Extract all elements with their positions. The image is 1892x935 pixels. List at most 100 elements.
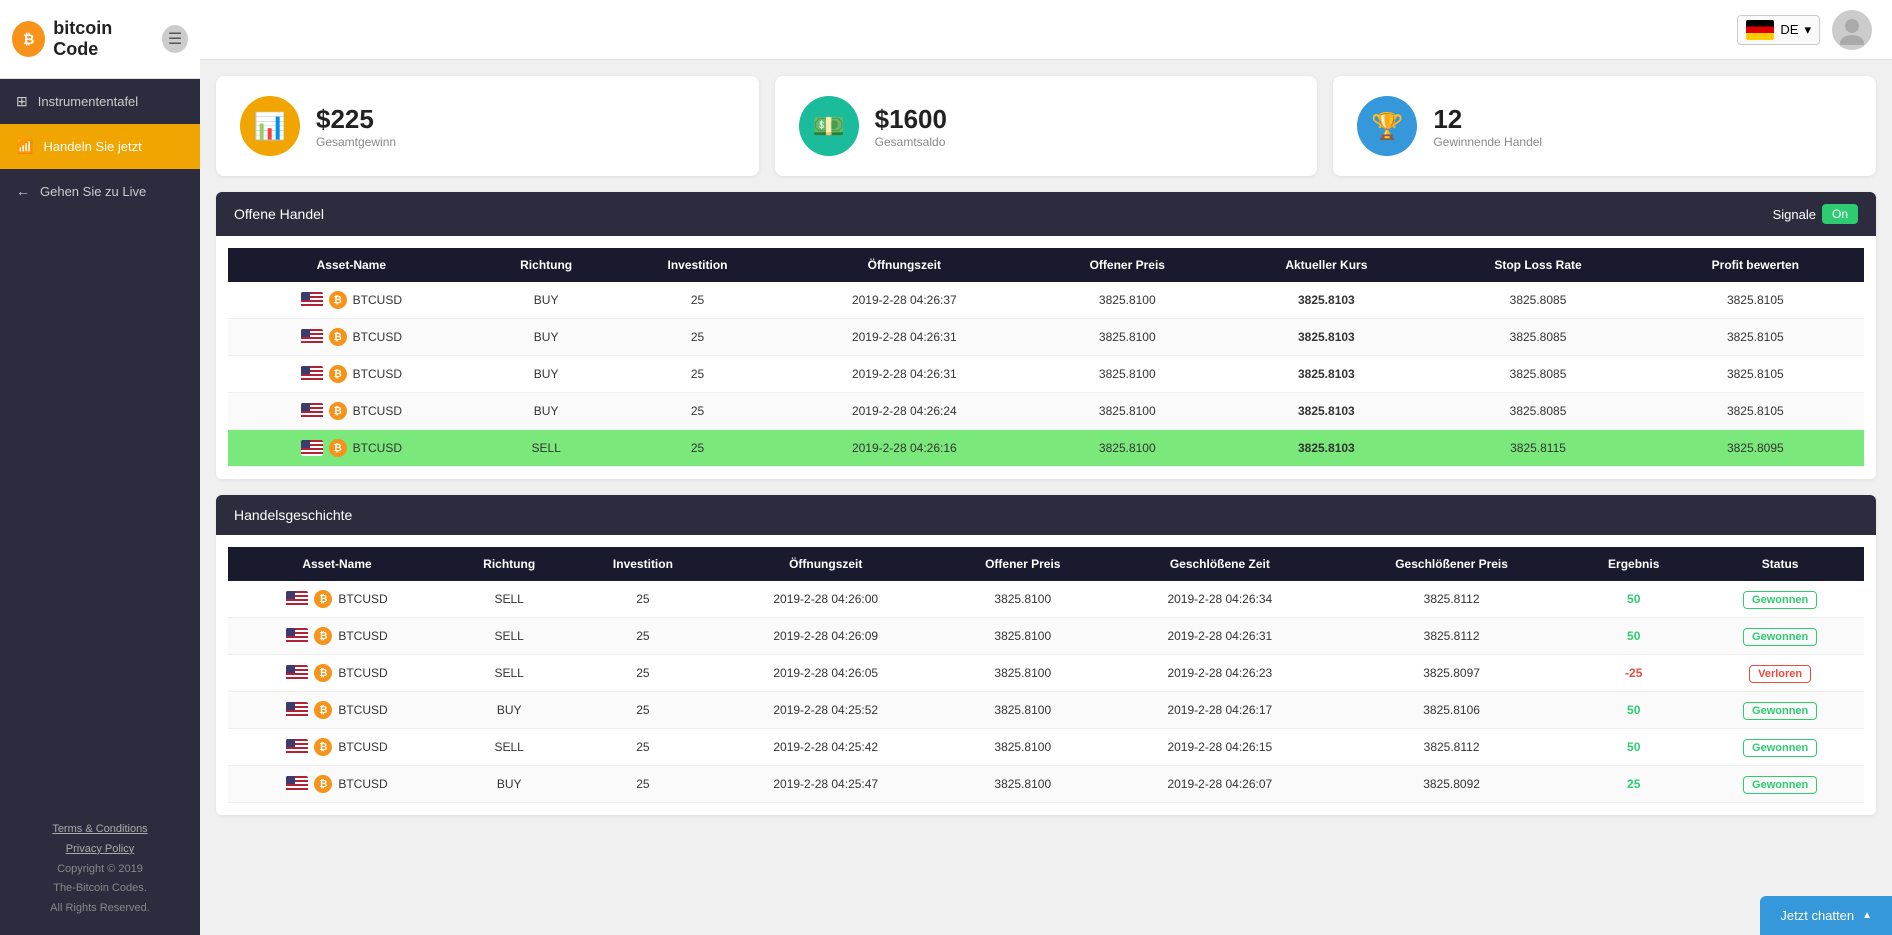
hg-opentime-cell: 2019-2-28 04:25:47 — [714, 766, 938, 803]
hg-opentime-cell: 2019-2-28 04:25:42 — [714, 729, 938, 766]
handelsgeschichte-title: Handelsgeschichte — [234, 507, 352, 523]
col-aktueller-kurs: Aktueller Kurs — [1223, 248, 1429, 282]
asset-cell: ₿ BTCUSD — [236, 365, 467, 383]
hg-col-richtung: Richtung — [446, 547, 572, 581]
hg-openprice-cell: 3825.8100 — [938, 766, 1108, 803]
gewinnende-icon: 🏆 — [1357, 96, 1417, 156]
hg-openprice-cell: 3825.8100 — [938, 692, 1108, 729]
us-flag-icon — [301, 329, 323, 345]
hg-status-cell: Gewonnen — [1696, 581, 1864, 618]
asset-cell: ₿ BTCUSD — [236, 439, 467, 457]
btc-icon: ₿ — [314, 627, 332, 645]
hg-investment-cell: 25 — [572, 581, 713, 618]
company: The-Bitcoin Codes. — [53, 882, 147, 894]
hg-closetime-cell: 2019-2-28 04:26:23 — [1108, 655, 1332, 692]
direction-cell: BUY — [475, 319, 618, 356]
gewinnende-label: Gewinnende Handel — [1433, 135, 1542, 149]
hamburger-menu[interactable]: ☰ — [162, 25, 188, 53]
hg-status-cell: Gewonnen — [1696, 766, 1864, 803]
gesamtsaldo-icon: 💵 — [799, 96, 859, 156]
asset-name-cell: ₿ BTCUSD — [228, 356, 475, 393]
table-row: ₿ BTCUSD BUY 25 2019-2-28 04:25:47 3825.… — [228, 766, 1864, 803]
open-time-cell: 2019-2-28 04:26:37 — [777, 282, 1031, 319]
direction-cell: BUY — [475, 282, 618, 319]
handelsgeschichte-header-row: Asset-Name Richtung Investition Öffnungs… — [228, 547, 1864, 581]
hg-closeprice-cell: 3825.8112 — [1332, 618, 1571, 655]
investment-cell: 25 — [618, 282, 778, 319]
signals-toggle: Signale On — [1773, 204, 1858, 224]
status-badge: Gewonnen — [1743, 628, 1817, 646]
table-row: ₿ BTCUSD BUY 25 2019-2-28 04:26:24 3825.… — [228, 393, 1864, 430]
hg-closeprice-cell: 3825.8092 — [1332, 766, 1571, 803]
asset-name-cell: ₿ BTCUSD — [228, 430, 475, 467]
col-offener-preis: Offener Preis — [1031, 248, 1223, 282]
hg-direction-cell: BUY — [446, 692, 572, 729]
privacy-link[interactable]: Privacy Policy — [16, 840, 184, 860]
chevron-up-icon: ▲ — [1862, 910, 1872, 921]
sidebar-label-instrumententafel: Instrumententafel — [38, 94, 138, 109]
hg-openprice-cell: 3825.8100 — [938, 581, 1108, 618]
asset-cell: ₿ BTCUSD — [236, 328, 467, 346]
table-row: ₿ BTCUSD BUY 25 2019-2-28 04:26:37 3825.… — [228, 282, 1864, 319]
status-badge: Gewonnen — [1743, 702, 1817, 720]
asset-name-cell: ₿ BTCUSD — [228, 282, 475, 319]
btc-icon: ₿ — [314, 701, 332, 719]
app-title: bitcoin Code — [53, 18, 154, 60]
hg-result-cell: 50 — [1571, 581, 1696, 618]
gesamtgewinn-label: Gesamtgewinn — [316, 135, 396, 149]
stat-cards: 📊 $225 Gesamtgewinn 💵 $1600 Gesamtsaldo … — [200, 60, 1892, 192]
stop-loss-cell: 3825.8085 — [1429, 393, 1646, 430]
terms-link[interactable]: Terms & Conditions — [16, 820, 184, 840]
stat-card-gesamtgewinn: 📊 $225 Gesamtgewinn — [216, 76, 759, 176]
sidebar-item-live[interactable]: ← Gehen Sie zu Live — [0, 169, 200, 213]
open-price-cell: 3825.8100 — [1031, 393, 1223, 430]
hg-investment-cell: 25 — [572, 655, 713, 692]
topbar: DE ▾ — [200, 0, 1892, 60]
table-row: ₿ BTCUSD SELL 25 2019-2-28 04:26:05 3825… — [228, 655, 1864, 692]
profit-cell: 3825.8105 — [1647, 282, 1864, 319]
direction-cell: BUY — [475, 393, 618, 430]
offene-handel-table-wrap: Asset-Name Richtung Investition Öffnungs… — [216, 236, 1876, 479]
hg-status-cell: Gewonnen — [1696, 729, 1864, 766]
hg-status-cell: Verloren — [1696, 655, 1864, 692]
hg-col-investition: Investition — [572, 547, 713, 581]
btc-icon: ₿ — [329, 328, 347, 346]
us-flag-icon — [286, 591, 308, 607]
stop-loss-cell: 3825.8085 — [1429, 319, 1646, 356]
hg-closeprice-cell: 3825.8106 — [1332, 692, 1571, 729]
investment-cell: 25 — [618, 393, 778, 430]
us-flag-icon — [286, 776, 308, 792]
signals-toggle-btn[interactable]: On — [1822, 204, 1858, 224]
asset-cell: ₿ BTCUSD — [236, 402, 467, 420]
col-asset: Asset-Name — [228, 248, 475, 282]
hg-closetime-cell: 2019-2-28 04:26:17 — [1108, 692, 1332, 729]
chat-button[interactable]: Jetzt chatten ▲ — [1760, 896, 1892, 935]
status-badge: Gewonnen — [1743, 591, 1817, 609]
hg-closeprice-cell: 3825.8112 — [1332, 729, 1571, 766]
user-avatar[interactable] — [1832, 10, 1872, 50]
current-cell: 3825.8103 — [1223, 319, 1429, 356]
current-cell: 3825.8103 — [1223, 393, 1429, 430]
sidebar-item-handeln[interactable]: 📶 Handeln Sie jetzt — [0, 124, 200, 169]
status-badge: Gewonnen — [1743, 739, 1817, 757]
asset-cell: ₿ BTCUSD — [236, 775, 438, 793]
us-flag-icon — [301, 440, 323, 456]
hg-col-status: Status — [1696, 547, 1864, 581]
stat-card-gesamtsaldo: 💵 $1600 Gesamtsaldo — [775, 76, 1318, 176]
sidebar-item-instrumententafel[interactable]: ⊞ Instrumententafel — [0, 79, 200, 124]
hg-direction-cell: SELL — [446, 581, 572, 618]
col-profit: Profit bewerten — [1647, 248, 1864, 282]
us-flag-icon — [286, 702, 308, 718]
hg-col-oeffnung: Öffnungszeit — [714, 547, 938, 581]
hg-status-cell: Gewonnen — [1696, 692, 1864, 729]
language-selector[interactable]: DE ▾ — [1737, 15, 1820, 45]
hg-result-cell: 50 — [1571, 618, 1696, 655]
hg-closeprice-cell: 3825.8112 — [1332, 581, 1571, 618]
open-time-cell: 2019-2-28 04:26:31 — [777, 319, 1031, 356]
hg-col-offener: Offener Preis — [938, 547, 1108, 581]
col-stop-loss: Stop Loss Rate — [1429, 248, 1646, 282]
asset-name-cell: ₿ BTCUSD — [228, 319, 475, 356]
gesamtgewinn-icon: 📊 — [240, 96, 300, 156]
asset-cell: ₿ BTCUSD — [236, 627, 438, 645]
handelsgeschichte-table-wrap: Asset-Name Richtung Investition Öffnungs… — [216, 535, 1876, 815]
